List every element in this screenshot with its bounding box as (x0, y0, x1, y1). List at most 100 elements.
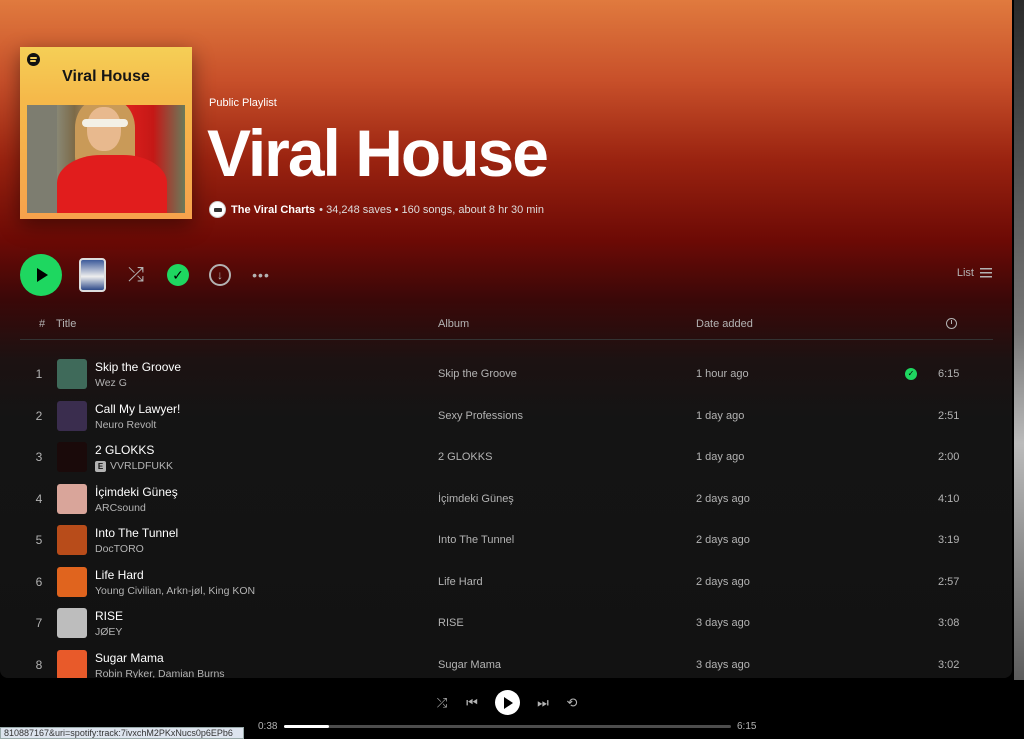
track-artist[interactable]: Neuro Revolt (95, 419, 156, 431)
progress-bar[interactable] (284, 725, 731, 728)
track-artist[interactable]: Young Civilian, Arkn-jøl, King KON (95, 585, 255, 597)
track-thumbnail (57, 649, 87, 678)
track-date-added: 2 days ago (696, 534, 750, 546)
track-title[interactable]: Sugar Mama (95, 651, 164, 665)
clock-icon[interactable] (946, 318, 957, 332)
track-number: 3 (35, 450, 43, 464)
track-artist-label: ARCsound (95, 501, 146, 514)
tracklist-header: # Title Album Date added (20, 318, 993, 340)
track-artist-label: Robin Ryker, Damian Burns (95, 667, 225, 679)
track-duration: 3:08 (938, 617, 960, 629)
track-artist[interactable]: E VVRLDFUKK (95, 460, 173, 472)
track-album[interactable]: Skip the Groove (438, 368, 517, 380)
track-album[interactable]: RISE (438, 617, 464, 629)
playlist-panel: Viral House Public Playlist Viral House … (0, 0, 1012, 678)
playlist-stats: • 34,248 saves • 160 songs, about 8 hr 3… (319, 203, 544, 216)
track-thumbnail (57, 608, 87, 638)
download-icon[interactable]: ↓ (208, 263, 232, 287)
status-url: 810887167&uri=spotify:track:7ivxchM2PKxN… (0, 727, 244, 739)
view-toggle-label: List (956, 267, 974, 279)
track-artist[interactable]: Wez G (95, 377, 127, 389)
track-title[interactable]: İçimdeki Güneş (95, 485, 178, 499)
explicit-icon: E (95, 460, 106, 472)
track-duration: 4:10 (938, 492, 960, 505)
track-date-added: 1 day ago (696, 451, 745, 463)
saved-check-icon[interactable]: ✓ (166, 263, 190, 287)
view-toggle[interactable]: List (957, 267, 992, 279)
track-artist[interactable]: JØEY (95, 626, 122, 638)
playlist-cover[interactable]: Viral House (20, 47, 192, 219)
page-title: Viral House (207, 116, 549, 190)
owner-link[interactable]: The Viral Charts (231, 204, 315, 216)
track-artist-label: VVRLDFUKK (110, 460, 174, 472)
shuffle-icon[interactable]: ⤮ (124, 263, 148, 287)
track-thumbnail (57, 566, 87, 597)
track-date-added: 3 days ago (696, 658, 750, 671)
track-duration: 2:51 (938, 409, 960, 422)
track-title[interactable]: RISE (95, 609, 123, 623)
saved-check-icon[interactable]: ✓ (905, 368, 917, 380)
header-date-added[interactable]: Date added (696, 318, 753, 330)
track-duration: 3:19 (938, 534, 960, 546)
owner-avatar[interactable] (209, 201, 226, 218)
track-album[interactable]: Life Hard (438, 576, 483, 588)
player-play-button[interactable] (495, 690, 520, 715)
track-album[interactable]: Into The Tunnel (438, 534, 514, 546)
track-date-added: 2 days ago (696, 575, 750, 588)
elapsed-time: 0:38 (258, 721, 278, 732)
track-title[interactable]: Into The Tunnel (95, 526, 178, 540)
track-row[interactable]: 6 Life Hard Young Civilian, Arkn-jøl, King… (20, 561, 993, 603)
track-date-added: 1 hour ago (696, 368, 749, 380)
playlist-type-label: Public Playlist (209, 97, 277, 109)
background-window-edge (1014, 0, 1024, 739)
previous-icon[interactable]: ⏮ (463, 694, 481, 712)
playlist-meta: The Viral Charts • 34,248 saves • 160 so… (209, 201, 544, 218)
track-number: 7 (35, 616, 43, 630)
track-row[interactable]: 3 2 GLOKKS E VVRLDFUKK 2 GLOKKS 1 day ago 2:00 (20, 436, 993, 478)
track-artist-label: JØEY (95, 626, 123, 638)
track-date-added: 3 days ago (696, 617, 750, 629)
track-duration: 3:02 (938, 658, 960, 671)
track-date-added: 1 day ago (696, 409, 745, 422)
track-artist[interactable]: DocTORO (95, 543, 144, 555)
track-number: 6 (35, 574, 43, 589)
header-album[interactable]: Album (438, 318, 469, 330)
track-thumbnail (57, 400, 87, 431)
track-album[interactable]: 2 GLOKKS (438, 451, 492, 463)
next-icon[interactable]: ⏭ (534, 694, 552, 712)
track-thumbnail (57, 483, 87, 514)
track-thumbnail (57, 442, 87, 472)
track-artist-label: Neuro Revolt (95, 418, 157, 431)
cover-title: Viral House (62, 68, 150, 85)
header-number[interactable]: # (36, 318, 48, 330)
track-duration: 6:15 (938, 368, 960, 380)
shuffle-icon[interactable]: ⤮ (433, 694, 451, 712)
track-title[interactable]: Life Hard (95, 568, 144, 582)
track-number: 1 (35, 367, 43, 381)
track-thumbnail (57, 359, 87, 389)
track-artist-label: Wez G (95, 377, 127, 389)
track-row[interactable]: 8 Sugar Mama Robin Ryker, Damian Burns Suga… (20, 644, 993, 679)
header-title[interactable]: Title (56, 318, 76, 330)
track-artist[interactable]: Robin Ryker, Damian Burns (95, 668, 225, 679)
track-artist-label: Young Civilian, Arkn-jøl, King KON (95, 584, 256, 597)
preview-cover-button[interactable] (79, 258, 106, 292)
track-duration: 2:00 (938, 451, 960, 463)
track-row[interactable]: 7 RISE JØEY RISE 3 days ago 3:08 (20, 602, 993, 644)
progress-fill (284, 725, 329, 728)
track-album[interactable]: İçimdeki Güneş (438, 493, 514, 505)
track-row[interactable]: 4 İçimdeki Güneş ARCsound İçimdeki Güneş 2 d… (20, 478, 993, 520)
track-title[interactable]: Call My Lawyer! (95, 402, 180, 416)
repeat-icon[interactable]: ⟲ (563, 694, 581, 712)
track-row[interactable]: 5 Into The Tunnel DocTORO Into The Tunnel 2 … (20, 519, 993, 561)
track-row[interactable]: 1 Skip the Groove Wez G Skip the Groove 1 ho… (20, 353, 993, 395)
track-title[interactable]: 2 GLOKKS (95, 443, 154, 457)
track-artist-label: DocTORO (95, 543, 144, 555)
track-album[interactable]: Sexy Professions (438, 410, 523, 422)
track-album[interactable]: Sugar Mama (438, 659, 501, 671)
track-row[interactable]: 2 Call My Lawyer! Neuro Revolt Sexy Profess… (20, 395, 993, 437)
play-button[interactable] (20, 254, 62, 296)
track-title[interactable]: Skip the Groove (95, 360, 181, 374)
track-artist[interactable]: ARCsound (95, 502, 146, 514)
more-options-icon[interactable]: ••• (249, 263, 273, 287)
